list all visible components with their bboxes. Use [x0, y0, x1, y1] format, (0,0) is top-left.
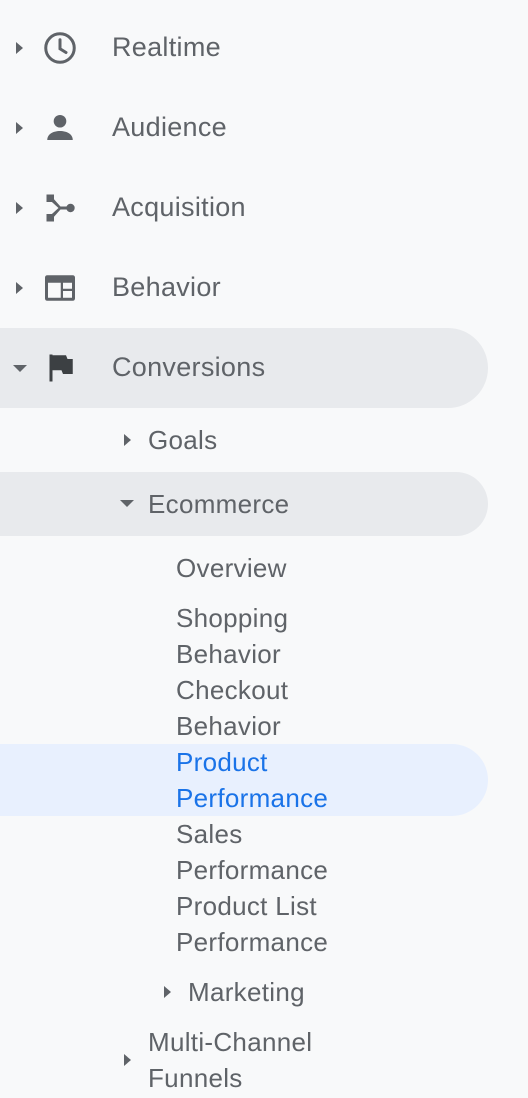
nav-item-label-line1: Sales	[176, 819, 243, 849]
nav-item-label: Acquisition	[112, 192, 246, 222]
expand-caret-icon	[16, 122, 23, 134]
nav-item-label: Marketing	[188, 977, 305, 1007]
nav-item-conversions[interactable]: Conversions	[0, 328, 488, 408]
expand-caret-icon	[124, 1054, 131, 1066]
nav-item-sales-performance[interactable]: Sales Performance	[0, 816, 488, 888]
expand-caret-icon	[16, 202, 23, 214]
nav-item-label-line2: Performance	[176, 855, 329, 885]
nav-item-label-line2: Funnels	[148, 1063, 243, 1093]
expand-caret-icon	[124, 434, 131, 446]
reports-sidebar-nav: Realtime Audience Acquisition Behavior C…	[0, 0, 528, 1098]
nav-item-label-line2: Performance	[176, 783, 329, 813]
nav-item-product-list-performance[interactable]: Product List Performance	[0, 888, 488, 960]
nav-item-shopping-behavior[interactable]: Shopping Behavior	[0, 600, 488, 672]
nav-item-goals[interactable]: Goals	[0, 412, 488, 468]
nav-item-label: Realtime	[112, 32, 221, 62]
nav-item-label-line1: Checkout	[176, 675, 289, 705]
nav-item-label-line1: Shopping	[176, 603, 289, 633]
nav-item-label: Overview	[176, 553, 287, 583]
nav-item-marketing[interactable]: Marketing	[0, 968, 488, 1016]
nav-item-label: Conversions	[112, 352, 266, 382]
nav-item-label-line2: Behavior	[176, 639, 282, 669]
nav-item-label-line1: Product List	[176, 891, 317, 921]
nav-item-overview[interactable]: Overview	[0, 548, 488, 592]
nav-item-acquisition[interactable]: Acquisition	[0, 168, 488, 248]
expand-caret-icon	[164, 986, 171, 998]
collapse-caret-icon	[13, 365, 27, 372]
collapse-caret-icon	[120, 500, 134, 507]
acquisition-icon	[46, 194, 75, 222]
clock-icon	[44, 32, 76, 64]
nav-item-label: Ecommerce	[148, 489, 290, 519]
nav-item-realtime[interactable]: Realtime	[0, 8, 488, 88]
expand-caret-icon	[16, 282, 23, 294]
nav-item-label-line1: Multi-Channel	[148, 1027, 313, 1057]
nav-item-label: Audience	[112, 112, 227, 142]
behavior-icon	[45, 275, 75, 301]
nav-item-audience[interactable]: Audience	[0, 88, 488, 168]
nav-item-behavior[interactable]: Behavior	[0, 248, 488, 328]
nav-item-label: Goals	[148, 425, 218, 455]
nav-item-checkout-behavior[interactable]: Checkout Behavior	[0, 672, 488, 744]
expand-caret-icon	[16, 42, 23, 54]
nav-item-multi-channel-funnels[interactable]: Multi-Channel Funnels	[0, 1024, 488, 1098]
nav-item-label: Behavior	[112, 272, 221, 302]
nav-item-ecommerce[interactable]: Ecommerce	[0, 472, 488, 536]
nav-item-label-line2: Behavior	[176, 711, 282, 741]
person-icon	[47, 114, 73, 140]
flag-icon	[49, 354, 73, 382]
nav-item-label-line1: Product	[176, 747, 268, 777]
nav-item-product-performance[interactable]: Product Performance	[0, 744, 488, 816]
nav-item-label-line2: Performance	[176, 927, 329, 957]
